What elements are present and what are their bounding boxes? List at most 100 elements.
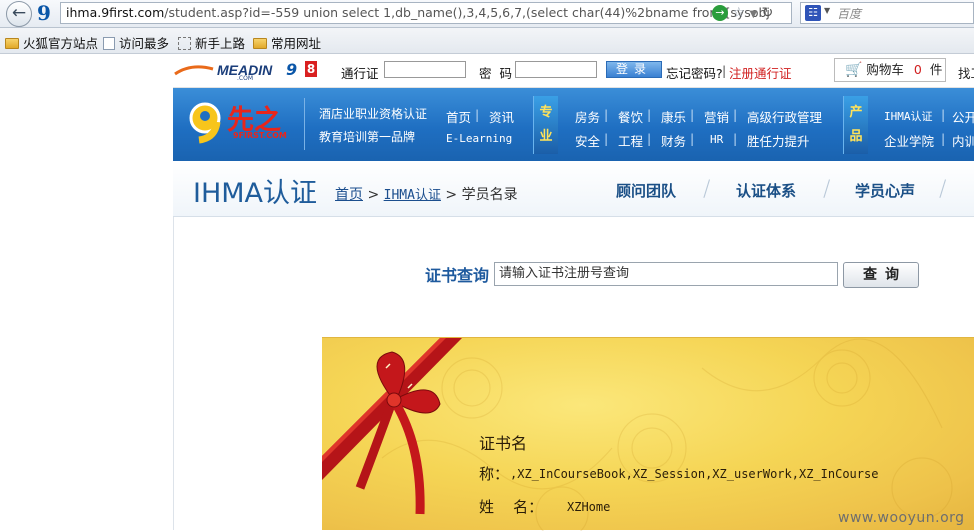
bookmark-item[interactable]: 常用网址 [253, 33, 321, 52]
nav-sep: | [733, 131, 738, 146]
tab-testimonials[interactable]: 学员心声 [855, 180, 915, 201]
dropdown-chevron-icon[interactable]: ▼ [749, 9, 757, 20]
nav-inhouse[interactable]: 内训 [952, 131, 974, 150]
tab-divider: / [939, 177, 947, 202]
pwd-input[interactable] [515, 61, 597, 78]
register-link[interactable]: 注册通行证 [729, 63, 792, 82]
9first-logo[interactable]: 先之 9FIRST.COM [187, 98, 291, 150]
certificate-panel: 证书名 称： ,XZ_InCourseBook,XZ_Session,XZ_us… [322, 337, 974, 531]
nine-logo-icon [189, 102, 221, 144]
url-host: ihma.9first.com [66, 5, 165, 20]
nav-corp-academy[interactable]: 企业学院 [884, 131, 934, 150]
bookmark-label: 火狐官方站点 [23, 36, 99, 51]
cart-button[interactable]: 🛒 购物车 0 件 [834, 58, 946, 82]
nav-marketing[interactable]: 营销 [704, 107, 729, 126]
crumb-current: 学员名录 [461, 187, 518, 203]
cert-person-value: XZHome [567, 500, 611, 514]
browser-toolbar: ← 9 ihma.9first.com/student.asp?id=-559 … [0, 0, 974, 28]
url-path: /student.asp?id=-559 union select 1,db_n… [164, 5, 770, 20]
nav-sep: | [690, 107, 695, 122]
nav-public[interactable]: 公开 [952, 107, 974, 126]
meadin-logo[interactable]: MEADIN .COM 9 8 [173, 60, 317, 82]
nav-recreation[interactable]: 康乐 [661, 107, 686, 126]
crumb-home-link[interactable]: 首页 [335, 187, 363, 203]
crumb-ihma-link[interactable]: IHMA认证 [384, 188, 441, 203]
section-header: IHMA认证 首页 > IHMA认证 > 学员名录 顾问团队 / 认证体系 / … [173, 161, 974, 217]
cert-title-label: 称： [479, 465, 510, 483]
pass-input[interactable] [384, 61, 466, 78]
nine-logo-text: 9 [286, 60, 298, 79]
nav-sep: | [733, 107, 738, 122]
site-top-bar: MEADIN .COM 9 8 通行证 密 码 登录 忘记密码? | 注册通行证… [173, 54, 974, 88]
nav-competency[interactable]: 胜任力提升 [747, 131, 810, 150]
nav-ihma[interactable]: IHMA认证 [884, 108, 933, 124]
back-arrow-icon[interactable]: ← [6, 1, 32, 27]
red-ribbon-icon [322, 338, 462, 515]
baidu-paw-icon[interactable]: ☷ [805, 5, 821, 21]
bookmark-item[interactable]: 火狐官方站点 [5, 33, 98, 52]
url-field[interactable]: ihma.9first.com/student.asp?id=-559 unio… [60, 2, 792, 24]
site-favicon-icon: 9 [37, 1, 51, 25]
tab-divider: / [823, 177, 831, 202]
forgot-password-link[interactable]: 忘记密码? [666, 63, 723, 82]
page-icon [103, 37, 115, 50]
bookmarks-bar: 火狐官方站点 访问最多 新手上路 常用网址 [0, 28, 974, 54]
nav-elearning[interactable]: E-Learning [446, 132, 512, 145]
reload-icon[interactable]: ↻ [762, 5, 774, 21]
main-nav: 先之 9FIRST.COM 酒店业职业资格认证 教育培训第一品牌 首页 | 资讯… [173, 88, 974, 161]
tab-cert-system[interactable]: 认证体系 [736, 180, 796, 201]
bookmark-label: 访问最多 [119, 36, 170, 51]
topbar-divider: | [722, 63, 727, 78]
nav-news[interactable]: 资讯 [489, 107, 514, 126]
nav-rooms[interactable]: 房务 [575, 107, 600, 126]
tagline-1: 酒店业职业资格认证 [319, 107, 428, 121]
nav-home[interactable]: 首页 [446, 107, 471, 126]
bookmark-item[interactable]: 新手上路 [178, 33, 245, 52]
nav-sep: | [690, 131, 695, 146]
engine-dropdown-icon[interactable]: ▼ [824, 6, 830, 15]
crumb-sep: > [367, 187, 380, 203]
url-action-icons: → ☆ ▼ ↻ [712, 3, 773, 23]
jobs-link[interactable]: 找工 [958, 63, 974, 82]
badge-char: 品 [849, 129, 863, 144]
cert-person-label: 姓 名： [479, 498, 544, 516]
badge-char: 产 [849, 105, 863, 120]
cart-icon: 🛒 [845, 62, 863, 78]
nav-sep: | [647, 131, 652, 146]
search-placeholder: 百度 [837, 7, 862, 21]
badge-char: 业 [539, 129, 553, 144]
nav-sep: | [475, 107, 480, 122]
pwd-label: 密 码 [479, 66, 512, 81]
cert-name-label: 证书名 [479, 434, 528, 453]
go-arrow-icon[interactable]: → [712, 5, 728, 21]
nav-finance[interactable]: 财务 [661, 131, 686, 150]
blank-page-icon [178, 37, 191, 50]
nav-sep: | [604, 107, 609, 122]
page-title: IHMA认证 [193, 178, 318, 209]
wooyun-watermark: www.wooyun.org [838, 510, 965, 526]
login-button[interactable]: 登录 [606, 61, 662, 78]
pass-label: 通行证 [341, 66, 379, 81]
bookmark-star-icon[interactable]: ☆ [732, 5, 745, 21]
nav-sep: | [941, 107, 946, 122]
folder-icon [5, 38, 19, 49]
nav-engineering[interactable]: 工程 [618, 131, 643, 150]
badge-products: 产 品 [843, 96, 868, 154]
folder-icon [253, 38, 267, 49]
cart-count: 0 [913, 62, 922, 77]
eight-logo-text: 8 [305, 61, 317, 77]
nav-dining[interactable]: 餐饮 [618, 107, 643, 126]
nav-divider [304, 98, 305, 150]
nav-exec-mgmt[interactable]: 高级行政管理 [747, 107, 822, 126]
nav-hr[interactable]: HR [710, 133, 723, 146]
query-button[interactable]: 查询 [843, 262, 919, 288]
crumb-sep: > [445, 187, 458, 203]
cert-title-value: ,XZ_InCourseBook,XZ_Session,XZ_userWork,… [510, 467, 879, 481]
cert-query-input[interactable]: 请输入证书注册号查询 [494, 262, 838, 286]
cart-unit: 件 [929, 62, 943, 77]
nav-safety[interactable]: 安全 [575, 131, 600, 150]
bookmark-item[interactable]: 访问最多 [103, 33, 169, 52]
bookmark-label: 新手上路 [195, 36, 246, 51]
search-engine-field[interactable]: ☷ ▼ 百度 [800, 2, 974, 24]
tab-consultants[interactable]: 顾问团队 [616, 180, 676, 201]
